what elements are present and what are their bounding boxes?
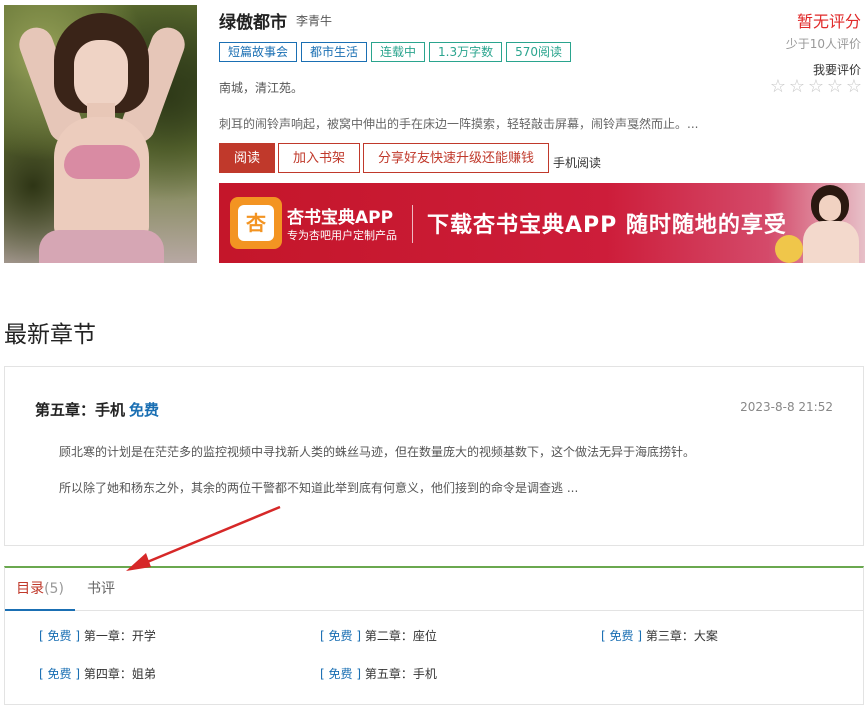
rating-status: 暂无评分 xyxy=(796,12,861,31)
cover-top xyxy=(64,145,140,179)
banner-model-image xyxy=(775,183,865,263)
chapter-link[interactable]: 第五章：手机 xyxy=(365,667,437,681)
action-bar: 阅读 加入书架 分享好友快速升级还能赚钱 手机阅读 xyxy=(219,143,601,173)
tab-catalog-count: (5) xyxy=(44,581,64,597)
tab-review[interactable]: 书评 xyxy=(87,568,115,611)
rating-count: 少于10人评价 xyxy=(785,37,861,51)
read-button[interactable]: 阅读 xyxy=(219,143,276,173)
book-intro: 刺耳的闹铃声响起，被窝中伸出的手在床边一阵摸索，轻轻敲击屏幕，闹铃声戛然而止。.… xyxy=(219,117,699,131)
chapter-free-tag: 免费 xyxy=(328,629,353,643)
latest-chapters-heading: 最新章节 xyxy=(4,322,96,348)
tab-catalog[interactable]: 目录(5) xyxy=(5,568,75,611)
latest-chapter-excerpt-2: 所以除了她和杨东之外，其余的两位干警都不知道此举到底有何意义，他们接到的命令是调… xyxy=(59,481,579,495)
tag-status: 连载中 xyxy=(371,42,426,62)
app-logo-mark: 杏 xyxy=(238,205,274,241)
tag-word-count: 1.3万字数 xyxy=(429,42,503,62)
star-icon-5[interactable]: ☆ xyxy=(845,78,863,96)
latest-chapter-card: 第五章：手机 免费 2023-8-8 21:52 顾北寒的计划是在茫茫多的监控视频… xyxy=(4,366,864,546)
app-download-banner[interactable]: 杏 杏书宝典APP 专为杏吧用户定制产品 下载杏书宝典APP 随时随地的享受 xyxy=(219,183,865,263)
chapter-link[interactable]: 第三章：大案 xyxy=(646,629,718,643)
book-cover-image[interactable] xyxy=(4,5,197,263)
star-icon-3[interactable]: ☆ xyxy=(807,78,825,96)
latest-chapter-name[interactable]: 第五章：手机 xyxy=(35,401,125,419)
book-tags: 短篇故事会 都市生活 连载中 1.3万字数 570阅读 xyxy=(219,42,572,62)
star-icon-4[interactable]: ☆ xyxy=(826,78,844,96)
cover-face xyxy=(74,40,128,110)
rating-stars: ☆ ☆ ☆ ☆ ☆ xyxy=(769,78,863,96)
latest-chapter-time: 2023-8-8 21:52 xyxy=(740,400,833,414)
tag-genre[interactable]: 都市生活 xyxy=(301,42,368,62)
catalog-panel: 目录(5) 书评 [ 免费 ] 第一章：开学 [ 免费 ] 第二章：座位 [ 免… xyxy=(4,566,864,705)
add-to-shelf-button[interactable]: 加入书架 xyxy=(278,143,361,173)
tag-category[interactable]: 短篇故事会 xyxy=(219,42,298,62)
chapter-link[interactable]: 第二章：座位 xyxy=(365,629,437,643)
tag-read-count: 570阅读 xyxy=(506,42,572,62)
chapter-free-tag: 免费 xyxy=(47,629,72,643)
chapter-list-item[interactable]: [ 免费 ] 第三章：大案 xyxy=(601,627,718,644)
chapter-list-item[interactable]: [ 免费 ] 第一章：开学 xyxy=(39,627,156,644)
banner-slogan: 下载杏书宝典APP 随时随地的享受 xyxy=(427,213,787,238)
chapter-list-item[interactable]: [ 免费 ] 第四章：姐弟 xyxy=(39,665,156,682)
mobile-read-link[interactable]: 手机阅读 xyxy=(553,154,601,171)
banner-model-face xyxy=(819,195,841,221)
chapter-link[interactable]: 第一章：开学 xyxy=(84,629,156,643)
book-title: 绿傲都市 xyxy=(219,13,287,33)
star-icon-1[interactable]: ☆ xyxy=(769,78,787,96)
chapter-link[interactable]: 第四章：姐弟 xyxy=(84,667,156,681)
chapter-free-tag: 免费 xyxy=(328,667,353,681)
cover-skirt xyxy=(39,230,164,263)
app-logo-icon: 杏 xyxy=(230,197,282,249)
latest-chapter-title[interactable]: 第五章：手机 免费 xyxy=(35,399,159,420)
chapter-free-tag: 免费 xyxy=(47,667,72,681)
book-author[interactable]: 李青牛 xyxy=(296,12,332,29)
banner-app-subtitle: 专为杏吧用户定制产品 xyxy=(287,229,397,242)
chapter-list-item[interactable]: [ 免费 ] 第五章：手机 xyxy=(320,665,437,682)
banner-model-body xyxy=(803,221,859,263)
catalog-tabs: 目录(5) 书评 xyxy=(5,568,863,611)
latest-chapter-excerpt-1: 顾北寒的计划是在茫茫多的监控视频中寻找新人类的蛛丝马迹，但在数量庞大的视频基数下… xyxy=(59,445,696,459)
latest-chapter-free-badge: 免费 xyxy=(129,401,160,419)
tab-catalog-label: 目录 xyxy=(16,581,45,597)
chapter-list-item[interactable]: [ 免费 ] 第二章：座位 xyxy=(320,627,437,644)
banner-flower xyxy=(775,235,803,263)
banner-divider xyxy=(412,205,413,243)
share-button[interactable]: 分享好友快速升级还能赚钱 xyxy=(363,143,550,173)
chapter-free-tag: 免费 xyxy=(609,629,634,643)
banner-app-name: 杏书宝典APP xyxy=(287,208,394,228)
book-location: 南城，清江苑。 xyxy=(219,81,304,95)
star-icon-2[interactable]: ☆ xyxy=(788,78,806,96)
